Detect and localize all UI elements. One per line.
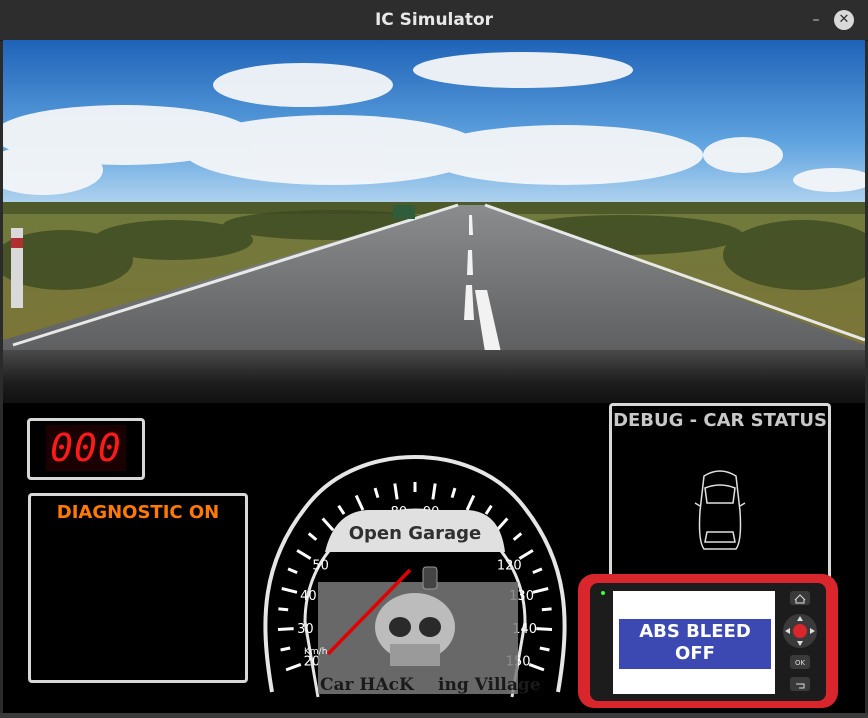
gauge-tick <box>536 627 553 632</box>
minimize-button[interactable]: – <box>806 10 826 30</box>
speed-digits: 000 <box>46 425 126 471</box>
gauge-tick <box>518 549 534 560</box>
gauge-tick-label: 120 <box>497 559 522 574</box>
svg-text:OK: OK <box>795 659 806 667</box>
debug-car-status-panel: DEBUG - CAR STATUS <box>609 403 831 584</box>
digital-speed-display: 000 <box>27 418 145 480</box>
abs-status-line2: OFF <box>675 643 715 664</box>
gauge-tick <box>393 483 399 500</box>
gauge-tick <box>541 607 552 612</box>
gauge-tick <box>512 532 523 541</box>
gauge-tick-label: 50 <box>312 559 329 574</box>
gauge-tick <box>321 517 335 532</box>
gauge-tick <box>484 504 493 515</box>
gauge-tick <box>539 646 550 652</box>
gauge-tick <box>337 504 346 515</box>
abs-bleed-status: ABS BLEED OFF <box>619 619 771 669</box>
gauge-tick <box>465 494 476 511</box>
road-scene-image <box>3 40 865 352</box>
gauge-tick <box>280 646 291 652</box>
gauge-tick <box>431 483 437 500</box>
gauge-tick <box>287 567 298 575</box>
close-button[interactable]: ✕ <box>834 10 854 30</box>
car-topview-icon <box>694 470 746 550</box>
gauge-tick-label: 40 <box>300 589 317 604</box>
gauge-tick <box>278 607 289 612</box>
window-title: IC Simulator <box>374 10 494 30</box>
gauge-tick <box>281 587 298 594</box>
gauge-tick-label: 30 <box>297 622 314 637</box>
gauge-tick <box>296 549 312 560</box>
gauge-tick <box>532 587 549 594</box>
title-bar: IC Simulator – ✕ <box>0 0 868 41</box>
diagnostic-panel: DIAGNOSTIC ON <box>28 493 248 683</box>
speedometer-gauge: 2030405060708090100110120130140150 Open … <box>263 455 567 698</box>
logo-text-right: ing Village <box>438 675 541 695</box>
window-bottom-border <box>0 713 868 718</box>
abs-status-line1: ABS BLEED <box>639 621 751 642</box>
gauge-tick <box>285 663 302 672</box>
speed-unit-label: Km/h <box>304 647 327 657</box>
gauge-tick <box>495 517 509 532</box>
gauge-tick <box>532 567 543 575</box>
gauge-tick <box>354 494 365 511</box>
gauge-tick <box>528 663 545 672</box>
gauge-tick <box>373 487 380 499</box>
open-garage-button[interactable]: Open Garage <box>349 523 482 544</box>
gauge-tick <box>307 532 318 541</box>
gauge-tick <box>277 627 294 632</box>
gauge-tick <box>450 487 457 499</box>
diagnostic-title: DIAGNOSTIC ON <box>56 502 220 523</box>
dashboard-top <box>3 350 865 405</box>
logo-text-left: Car HAcK <box>320 675 415 695</box>
